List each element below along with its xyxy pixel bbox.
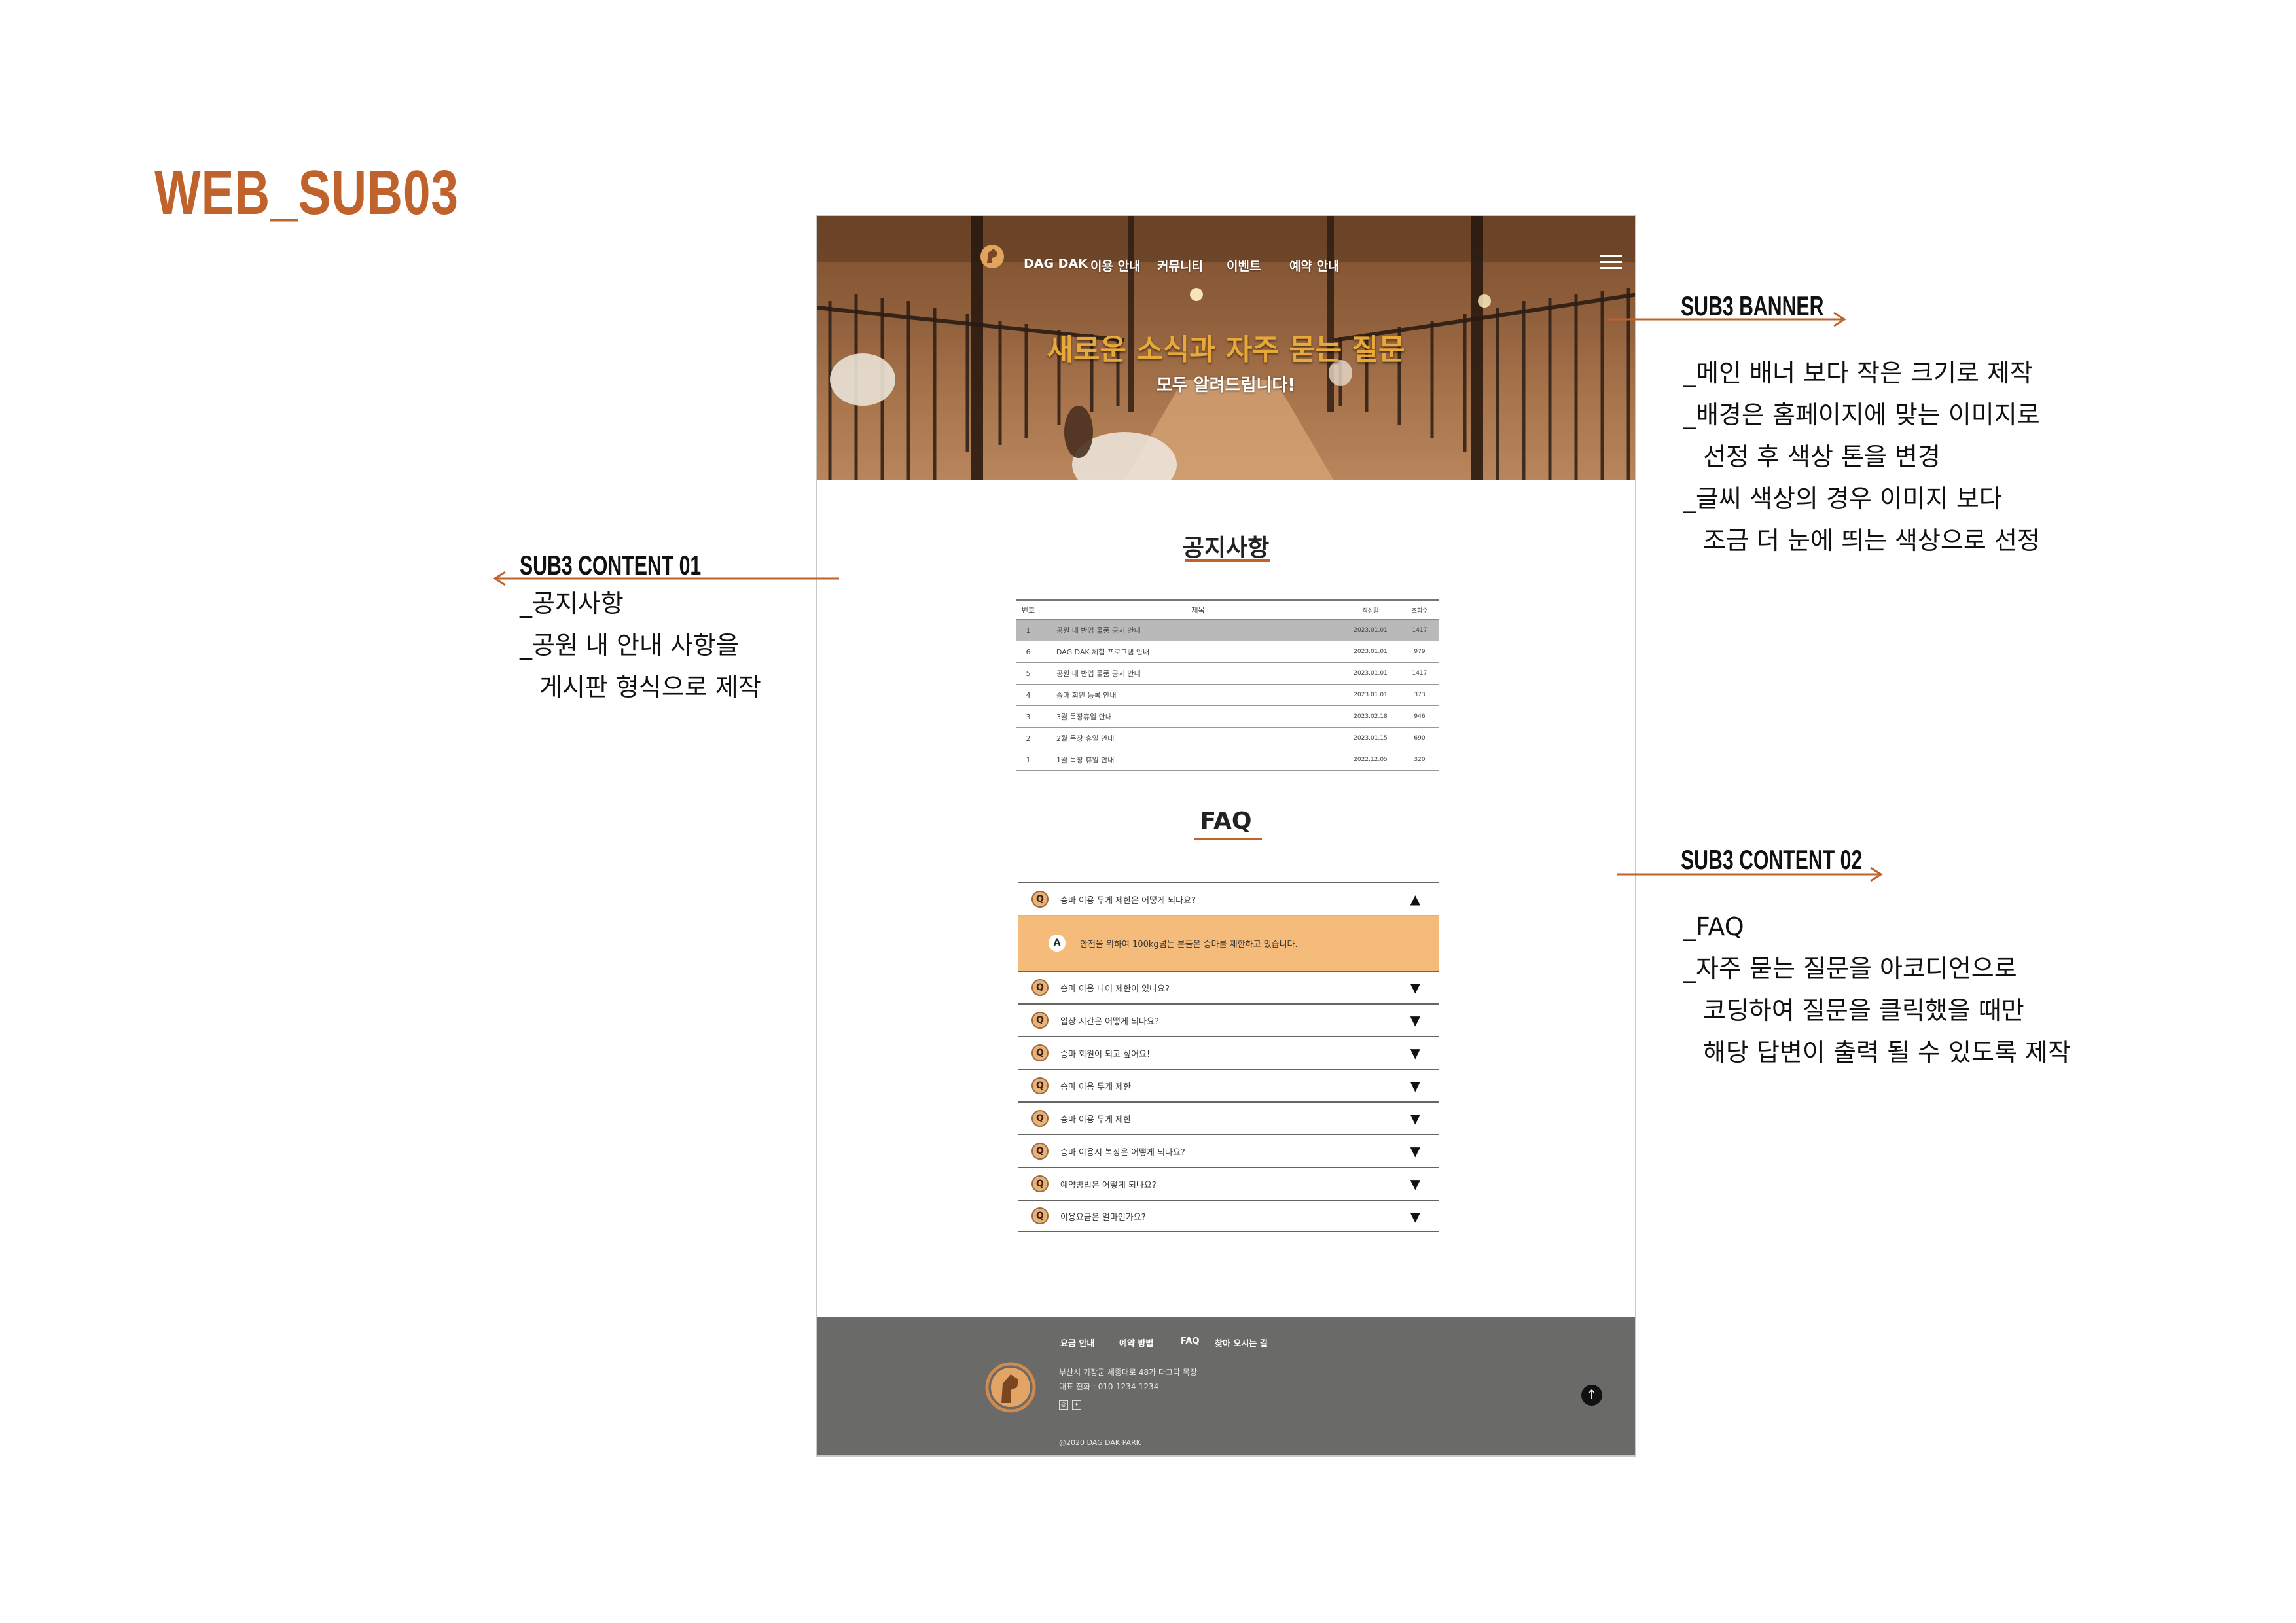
annotation-banner-notes: _메인 배너 보다 작은 크기로 제작 _배경은 홈페이지에 맞는 이미지로 선… bbox=[1683, 352, 2040, 562]
annotation-line: 코딩하여 질문을 클릭했을 때만 bbox=[1703, 996, 2024, 1025]
annotation-line: _자주 묻는 질문을 아코디언으로 bbox=[1683, 954, 2017, 983]
annotation-line: _공지사항 bbox=[520, 589, 624, 618]
annotation-line: _배경은 홈페이지에 맞는 이미지로 bbox=[1683, 401, 2040, 429]
annotation-arrows bbox=[493, 312, 1883, 882]
annotation-content01-notes: _공지사항 _공원 내 안내 사항을 게시판 형식으로 제작 bbox=[520, 582, 761, 708]
annotation-line: 선정 후 색상 톤을 변경 bbox=[1703, 442, 1941, 471]
annotation-line: _메인 배너 보다 작은 크기로 제작 bbox=[1683, 359, 2033, 387]
annotation-content01-title: SUB3 CONTENT 01 bbox=[520, 550, 702, 580]
annotation-content02-title: SUB3 CONTENT 02 bbox=[1681, 844, 1863, 875]
annotation-banner-title: SUB3 BANNER bbox=[1681, 291, 1824, 321]
annotation-line: 해당 답변이 출력 될 수 있도록 제작 bbox=[1703, 1038, 2071, 1067]
annotation-line: 조금 더 눈에 띄는 색상으로 선정 bbox=[1703, 526, 2040, 555]
annotation-line: _글씨 색상의 경우 이미지 보다 bbox=[1683, 484, 2002, 513]
annotation-line: 게시판 형식으로 제작 bbox=[539, 673, 761, 702]
annotation-line: _공원 내 안내 사항을 bbox=[520, 631, 739, 660]
annotation-content02-notes: _FAQ _자주 묻는 질문을 아코디언으로 코딩하여 질문을 클릭했을 때만 … bbox=[1683, 906, 2071, 1073]
annotation-line: _FAQ bbox=[1683, 912, 1744, 941]
